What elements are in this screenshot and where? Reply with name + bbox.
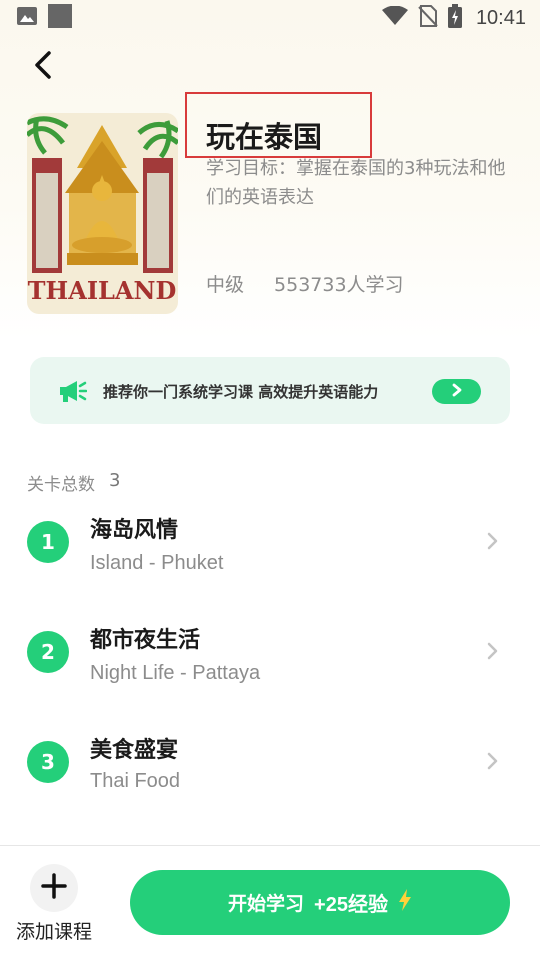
back-button[interactable] <box>26 50 60 84</box>
level-number-badge: 3 <box>27 741 69 783</box>
plus-icon <box>41 873 67 903</box>
level-item-3[interactable]: 3 美食盛宴 Thai Food <box>0 712 540 812</box>
level-subtitle: Night Life - Pattaya <box>90 662 261 684</box>
no-sim-icon <box>418 5 438 31</box>
status-bar: 10:41 <box>0 0 540 36</box>
level-title: 都市夜生活 <box>90 628 201 653</box>
image-icon <box>16 6 38 30</box>
add-course-button[interactable]: 添加课程 <box>10 862 100 943</box>
add-course-circle <box>30 864 78 912</box>
level-title: 海岛风情 <box>90 518 179 543</box>
wifi-icon <box>381 5 408 30</box>
add-course-label: 添加课程 <box>16 921 93 943</box>
course-meta: 中级 553733人学习 <box>206 270 404 297</box>
chevron-right-icon <box>452 382 462 401</box>
level-title: 美食盛宴 <box>90 738 179 763</box>
level-subtitle: Island - Phuket <box>90 552 224 574</box>
course-title: 玩在泰国 <box>206 120 323 154</box>
level-item-1[interactable]: 1 海岛风情 Island - Phuket <box>0 492 540 592</box>
course-goal: 学习目标：掌握在泰国的3种玩法和他们的英语表达 <box>206 158 506 208</box>
level-item-2[interactable]: 2 都市夜生活 Night Life - Pattaya <box>0 602 540 702</box>
battery-charging-icon <box>447 4 462 32</box>
cover-title-text: THAILAND <box>28 276 177 305</box>
chevron-right-icon <box>487 642 499 664</box>
status-time: 10:41 <box>475 6 526 29</box>
promo-text: 推荐你一门系统学习课 高效提升英语能力 <box>103 383 379 401</box>
chevron-right-icon <box>487 752 499 774</box>
bottom-divider <box>0 845 540 846</box>
level-number-badge: 1 <box>27 521 69 563</box>
xp-reward-label: +25经验 <box>314 894 388 916</box>
start-learning-label: 开始学习 <box>228 893 305 915</box>
level-number-badge: 2 <box>27 631 69 673</box>
course-learners: 553733人学习 <box>274 274 404 296</box>
course-cover-image: THAILAND <box>27 113 178 314</box>
lightning-icon <box>398 889 412 916</box>
megaphone-icon <box>57 379 88 407</box>
level-subtitle: Thai Food <box>90 770 181 792</box>
course-level: 中级 <box>206 274 245 296</box>
back-arrow-icon <box>32 50 54 84</box>
start-learning-button[interactable]: 开始学习 +25经验 <box>130 870 510 935</box>
app-square-icon <box>48 4 72 32</box>
promo-banner[interactable]: 推荐你一门系统学习课 高效提升英语能力 <box>30 357 510 424</box>
chevron-right-icon <box>487 532 499 554</box>
promo-go-button[interactable] <box>432 379 481 404</box>
